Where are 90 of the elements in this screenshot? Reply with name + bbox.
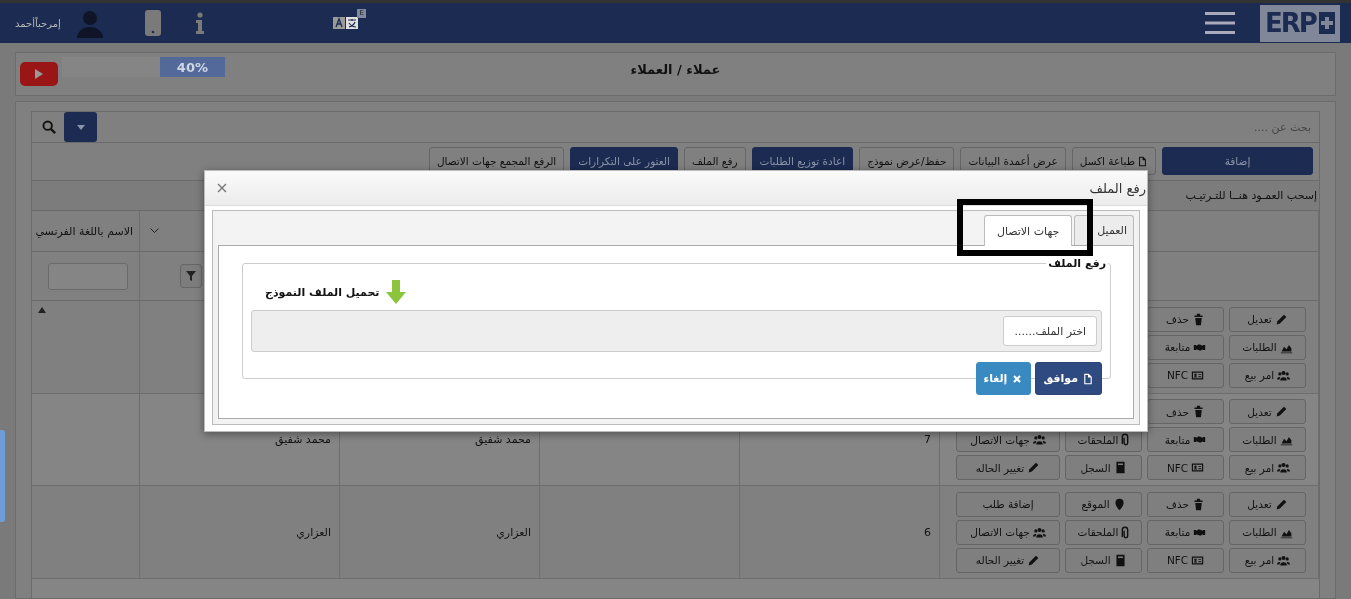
- ok-button[interactable]: موافق: [1035, 362, 1102, 395]
- phone-icon[interactable]: [144, 10, 161, 36]
- orders-button[interactable]: الطلبات: [1229, 519, 1306, 545]
- sales-order-button[interactable]: امر بيع: [1229, 455, 1306, 481]
- search-input[interactable]: بحث عن ....: [97, 113, 1319, 141]
- orders-button[interactable]: الطلبات: [1229, 427, 1306, 453]
- primary-button[interactable]: إضافة: [1162, 147, 1313, 176]
- tab[interactable]: العميل: [1074, 215, 1134, 245]
- greeting-text: إمرحباًأحمد: [15, 17, 61, 29]
- close-icon: [1011, 372, 1024, 385]
- dialog-title: رفع الملف: [1089, 180, 1146, 196]
- cancel-button[interactable]: إلغاء: [975, 362, 1032, 395]
- log-button[interactable]: السجل: [1065, 547, 1142, 573]
- search-field[interactable]: بحث عن ....: [31, 111, 1320, 143]
- paperclip-icon: [1121, 433, 1130, 447]
- filter-button[interactable]: [180, 264, 202, 289]
- page-title: عملاء / العملاء: [630, 61, 721, 77]
- change-status-button[interactable]: تغيير الحاله: [956, 547, 1060, 573]
- trash-icon: [1191, 312, 1205, 326]
- download-template-link[interactable]: تحميل الملف النموذج: [265, 285, 380, 299]
- paperclip-icon: [1121, 525, 1130, 539]
- download-arrow-icon[interactable]: [385, 280, 406, 304]
- book-icon: [1113, 553, 1127, 567]
- pencil-icon: [1274, 405, 1288, 419]
- pencil-icon: [1027, 461, 1041, 475]
- file-icon: [1082, 372, 1094, 385]
- file-field[interactable]: اختر الملف......: [251, 310, 1102, 352]
- close-icon[interactable]: [217, 183, 227, 193]
- nfc-button[interactable]: NFC: [1147, 547, 1224, 573]
- table-cell: 6: [924, 525, 931, 539]
- progress-label: 40%: [176, 59, 208, 75]
- search-icon[interactable]: [42, 120, 56, 134]
- follow-up-button[interactable]: متابعة: [1147, 519, 1224, 545]
- orders-button[interactable]: الطلبات: [1229, 334, 1306, 360]
- group-by-hint: إسحب العمـود هنــا للتـرتيـب: [1185, 188, 1317, 202]
- caret-icon: [76, 124, 85, 130]
- follow-up-button[interactable]: متابعة: [1147, 427, 1224, 453]
- table-cell: 7: [924, 433, 931, 447]
- delete-button[interactable]: حذف: [1147, 306, 1224, 332]
- sales-order-button[interactable]: امر بيع: [1229, 547, 1306, 573]
- trash-icon: [1191, 497, 1205, 511]
- choose-file-button[interactable]: اختر الملف......: [1003, 316, 1097, 346]
- pencil-icon: [1274, 497, 1288, 511]
- add-order-button[interactable]: إضافة طلب: [956, 491, 1060, 517]
- users-icon: [1277, 368, 1291, 382]
- follow-up-button[interactable]: متابعة: [1147, 334, 1224, 360]
- nfc-button[interactable]: NFC: [1147, 362, 1224, 388]
- change-status-button[interactable]: تغيير الحاله: [956, 455, 1060, 481]
- trash-icon: [1191, 405, 1205, 419]
- users-icon: [1032, 433, 1046, 447]
- info-icon[interactable]: [194, 12, 205, 34]
- table-cell: العزاري: [296, 525, 331, 539]
- nfc-button[interactable]: NFC: [1147, 455, 1224, 481]
- log-button[interactable]: السجل: [1065, 455, 1142, 481]
- file-icon: [1137, 155, 1148, 167]
- id-card-icon: [1191, 461, 1205, 475]
- tab[interactable]: جهات الاتصال: [983, 215, 1073, 246]
- book-icon: [1113, 461, 1127, 475]
- dropdown-button[interactable]: [64, 112, 97, 142]
- menu-icon[interactable]: [1205, 11, 1235, 35]
- id-card-icon: [1191, 368, 1205, 382]
- filter-icon: [186, 271, 196, 282]
- table-cell: العزاري: [496, 525, 531, 539]
- pencil-icon: [1027, 553, 1041, 567]
- sales-order-button[interactable]: امر بيع: [1229, 362, 1306, 388]
- edit-button[interactable]: تعديل: [1229, 306, 1306, 332]
- table-cell: محمد شفيق: [475, 433, 531, 447]
- pin-icon: [1112, 497, 1126, 511]
- up-arrow-icon[interactable]: [38, 307, 46, 314]
- delete-button[interactable]: حذف: [1147, 491, 1224, 517]
- users-icon: [1277, 553, 1291, 567]
- id-card-icon: [1191, 553, 1205, 567]
- attachments-button[interactable]: الملحقات: [1065, 519, 1142, 545]
- edit-button[interactable]: تعديل: [1229, 491, 1306, 517]
- play-icon: [34, 69, 44, 79]
- video-play-button[interactable]: [20, 62, 58, 86]
- logo[interactable]: ERP: [1260, 4, 1340, 42]
- pencil-icon: [1274, 312, 1288, 326]
- column-header[interactable]: الاسم باللغة الفرنسي: [35, 224, 133, 238]
- users-icon: [1032, 525, 1046, 539]
- contacts-button[interactable]: جهات الاتصال: [956, 519, 1060, 545]
- table-cell: محمد شفيق: [275, 433, 331, 447]
- section-legend: رفع الملف: [1046, 257, 1108, 270]
- translate-icon[interactable]: [332, 16, 359, 30]
- filter-field[interactable]: [48, 262, 128, 290]
- location-button[interactable]: الموقع: [1065, 491, 1142, 517]
- users-icon: [1277, 461, 1291, 475]
- delete-button[interactable]: حذف: [1147, 399, 1224, 425]
- chevron-down-icon[interactable]: [150, 228, 159, 234]
- edit-button[interactable]: تعديل: [1229, 399, 1306, 425]
